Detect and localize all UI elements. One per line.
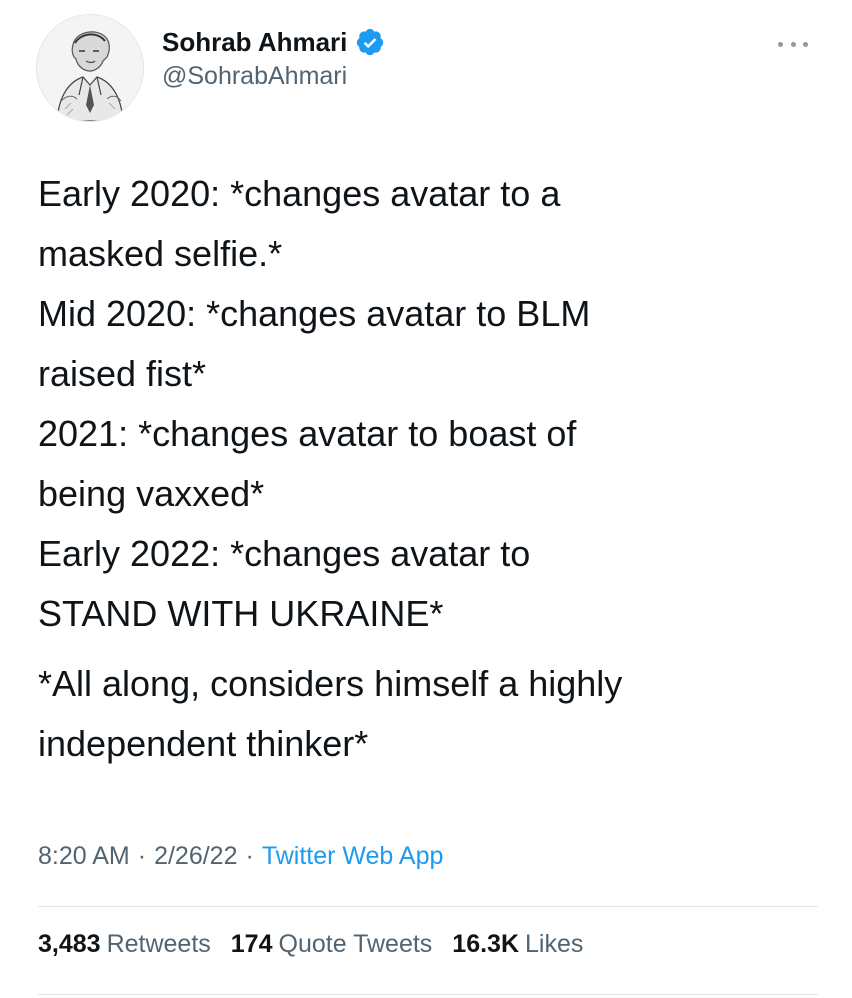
quote-tweets-label: Quote Tweets [278, 930, 433, 958]
tweet-card: Sohrab Ahmari @SohrabAhmari Early 2020: … [0, 0, 852, 998]
author-avatar[interactable] [36, 14, 144, 122]
quote-tweets-stat[interactable]: 174 Quote Tweets [231, 930, 433, 959]
retweets-count: 3,483 [38, 930, 101, 958]
likes-label: Likes [525, 930, 584, 958]
tweet-paragraph: *All along, considers himself a highly i… [38, 663, 623, 764]
dot-icon [778, 41, 783, 47]
dot-icon [790, 41, 796, 47]
author-info: Sohrab Ahmari @SohrabAhmari [162, 26, 385, 91]
tweet-meta: 8:20 AM · 2/26/22 · Twitter Web App [38, 842, 443, 871]
likes-stat[interactable]: 16.3K Likes [452, 930, 583, 959]
likes-count: 16.3K [452, 930, 520, 958]
sketch-portrait-avatar-icon [37, 15, 143, 121]
verified-badge-icon [355, 27, 385, 57]
quote-tweets-count: 174 [230, 930, 273, 958]
dot-icon [803, 41, 808, 47]
author-handle[interactable]: @SohrabAhmari [162, 62, 385, 91]
retweets-label: Retweets [106, 930, 211, 958]
tweet-text: Early 2020: *changes avatar to a masked … [38, 164, 818, 774]
meta-separator: · [245, 842, 254, 870]
tweet-date[interactable]: 2/26/22 [154, 842, 237, 871]
retweets-stat[interactable]: 3,483 Retweets [38, 930, 211, 959]
tweet-time[interactable]: 8:20 AM [38, 842, 130, 871]
divider [38, 906, 818, 907]
author-name-row: Sohrab Ahmari [162, 26, 385, 58]
tweet-source-link[interactable]: Twitter Web App [262, 842, 444, 871]
divider [38, 994, 818, 995]
more-options-icon[interactable] [778, 36, 808, 52]
author-display-name[interactable]: Sohrab Ahmari [162, 27, 347, 58]
tweet-paragraph: Early 2020: *changes avatar to a masked … [38, 173, 591, 634]
meta-separator: · [137, 842, 147, 870]
tweet-stats: 3,483 Retweets 174 Quote Tweets 16.3K Likes [38, 930, 603, 959]
